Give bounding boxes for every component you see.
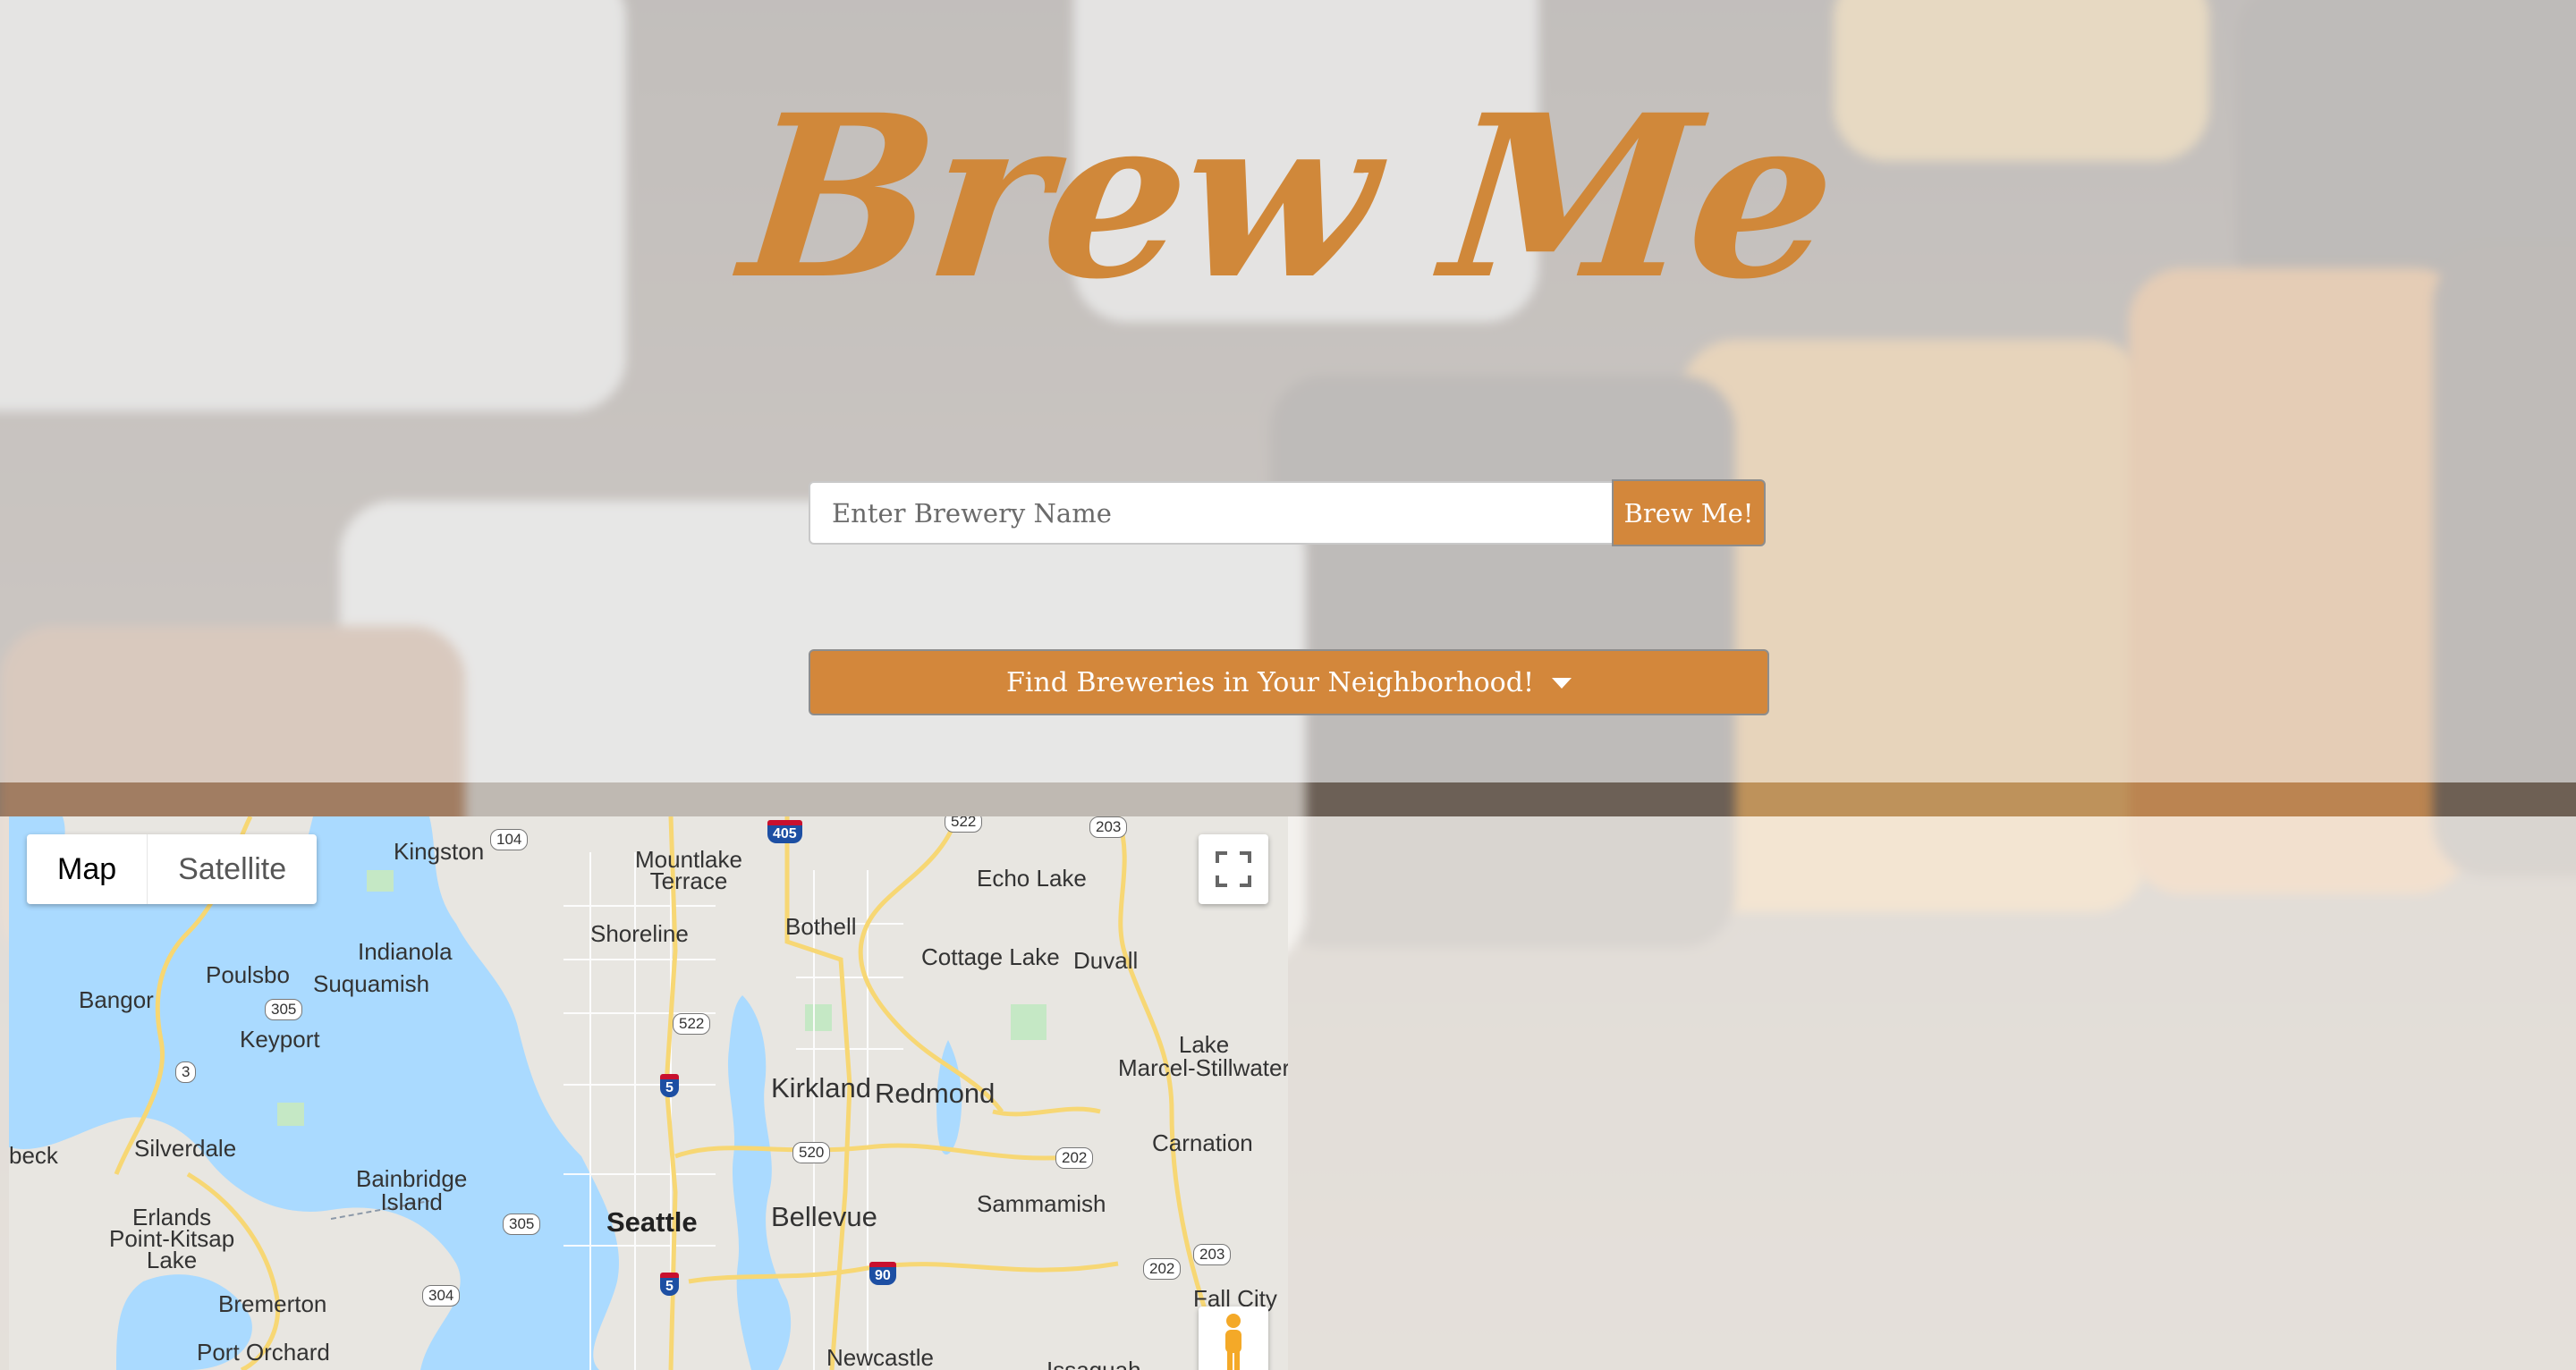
place-poulsbo: Poulsbo: [206, 961, 290, 988]
place-cottage-lake: Cottage Lake: [921, 943, 1060, 970]
page-title: Brew Me: [732, 65, 1844, 328]
place-bainbridge-line2: Island: [380, 1188, 443, 1215]
place-carnation: Carnation: [1152, 1129, 1253, 1156]
route-202-shield: 202: [1055, 1147, 1094, 1169]
interstate-5-shield: 5: [660, 1074, 679, 1097]
place-echo-lake: Echo Lake: [977, 865, 1087, 892]
interstate-405-shield: 405: [767, 820, 802, 843]
place-kirkland: Kirkland: [771, 1072, 871, 1104]
place-keyport: Keyport: [240, 1026, 320, 1053]
route-203-shield: 203: [1089, 816, 1128, 838]
route-202b-shield: 202: [1143, 1258, 1182, 1280]
route-522b-shield: 522: [673, 1013, 711, 1035]
place-bremerton: Bremerton: [218, 1290, 327, 1317]
find-breweries-dropdown[interactable]: Find Breweries in Your Neighborhood!: [809, 649, 1769, 715]
map-type-control: Map Satellite: [27, 834, 318, 904]
fullscreen-icon: [1216, 851, 1251, 887]
route-305-shield: 305: [265, 999, 303, 1020]
place-bellevue: Bellevue: [771, 1201, 877, 1232]
route-522-shield: 522: [945, 816, 983, 833]
place-erlands-line3: Lake: [146, 1247, 198, 1273]
place-mountlake-terrace: Mountlake Terrace: [635, 848, 742, 894]
place-redmond: Redmond: [875, 1078, 996, 1109]
map-view[interactable]: Kingston Mountlake Terrace Echo Lake Shor…: [9, 816, 1288, 1370]
place-port-orchard: Port Orchard: [197, 1339, 330, 1366]
place-seattle: Seattle: [606, 1206, 698, 1238]
caret-down-icon: [1552, 678, 1572, 689]
map-type-satellite-button[interactable]: Satellite: [148, 834, 317, 904]
place-erlands: Erlands Point-Kitsap Lake: [109, 1205, 234, 1273]
route-520-shield: 520: [792, 1142, 831, 1163]
pegman-icon: [1225, 1314, 1241, 1370]
route-305b-shield: 305: [503, 1214, 541, 1235]
map-type-map-button[interactable]: Map: [27, 834, 148, 904]
street-view-pegman-button[interactable]: [1199, 1307, 1268, 1370]
place-lake-marcel: Lake Marcel-Stillwater: [1118, 1033, 1288, 1079]
place-bangor: Bangor: [79, 986, 154, 1013]
brewery-search-input[interactable]: [809, 481, 1612, 545]
place-suquamish: Suquamish: [313, 970, 430, 997]
search-bar: Brew Me!: [809, 479, 1766, 548]
place-duvall: Duvall: [1073, 947, 1139, 974]
place-shoreline: Shoreline: [590, 920, 689, 947]
place-sammamish: Sammamish: [977, 1190, 1106, 1217]
fullscreen-button[interactable]: [1199, 834, 1268, 904]
place-mountlake-line2: Terrace: [649, 867, 728, 894]
place-beck: beck: [9, 1142, 58, 1169]
place-kingston: Kingston: [394, 838, 485, 865]
find-breweries-label: Find Breweries in Your Neighborhood!: [1005, 666, 1534, 698]
route-104-shield: 104: [490, 829, 529, 850]
place-silverdale: Silverdale: [134, 1135, 237, 1162]
place-newcastle: Newcastle: [826, 1344, 934, 1370]
route-304-shield: 304: [422, 1285, 461, 1307]
place-bainbridge: Bainbridge Island: [356, 1167, 467, 1214]
interstate-5b-shield: 5: [660, 1273, 679, 1296]
place-issaquah: Issaquah: [1046, 1357, 1141, 1370]
place-indianola: Indianola: [358, 938, 453, 965]
route-3-shield: 3: [175, 1061, 197, 1083]
route-203b-shield: 203: [1193, 1244, 1232, 1265]
interstate-90-shield: 90: [869, 1262, 896, 1285]
place-bothell: Bothell: [785, 913, 857, 940]
brew-me-button[interactable]: Brew Me!: [1612, 479, 1766, 546]
place-lake-line2: Marcel-Stillwater: [1118, 1054, 1288, 1081]
